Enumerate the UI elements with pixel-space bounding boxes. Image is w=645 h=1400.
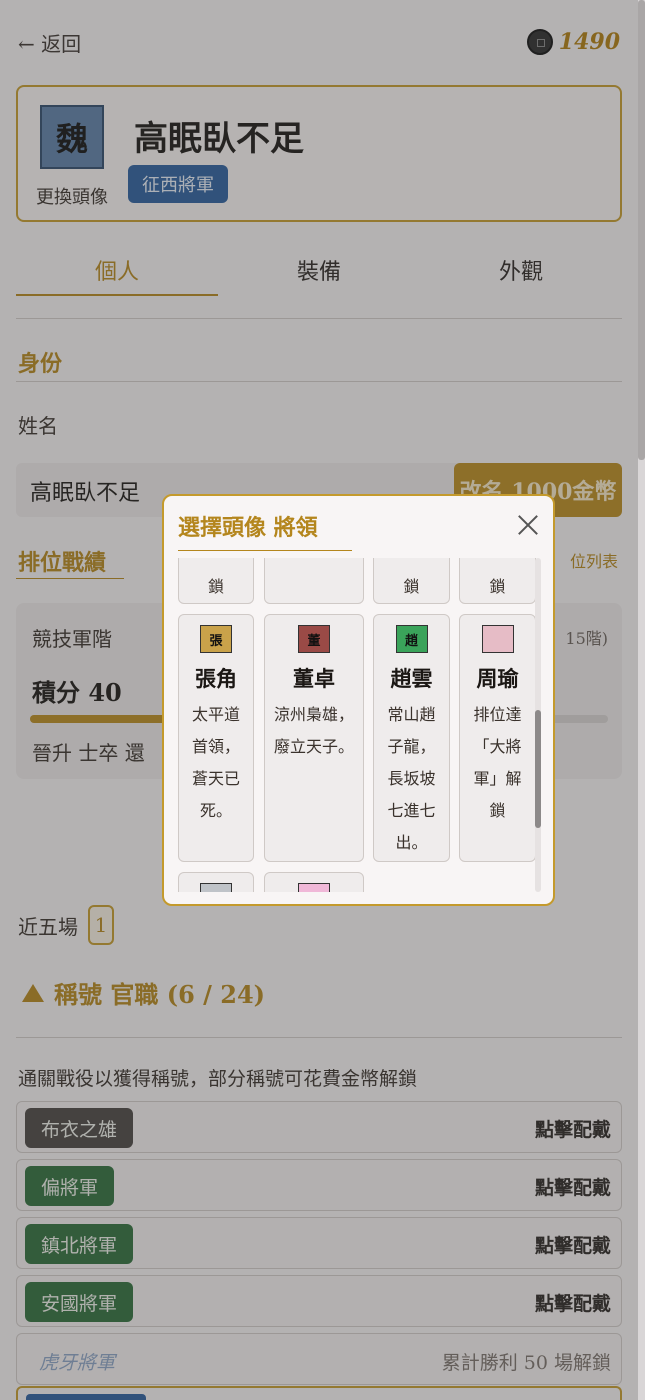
general-name: 趙雲 [390,666,433,691]
lock-label: 鎖 [207,577,224,596]
flag-icon [298,883,330,892]
modal-scrollbar[interactable] [535,558,541,892]
avatar-card-dong-zhuo[interactable]: 董 董卓 涼州梟雄，廢立天子。 [264,614,364,862]
avatar-card[interactable] [178,872,254,892]
flag-icon: 趙 [395,625,428,653]
avatar-picker-modal: 選擇頭像 將領 鎖 鎖 鎖 張 張角 太平道首領，蒼天已死。 董 董卓 涼州梟雄… [162,494,555,906]
close-icon[interactable] [517,514,539,536]
page-scrollbar[interactable] [638,0,645,1400]
general-name: 張角 [195,666,237,691]
flag-icon [481,625,514,653]
general-description: 排位達「大將軍」解鎖 [473,705,522,820]
avatar-grid: 鎖 鎖 鎖 張 張角 太平道首領，蒼天已死。 董 董卓 涼州梟雄，廢立天子。 趙… [176,558,536,892]
general-description: 涼州梟雄，廢立天子。 [273,705,354,756]
general-name: 董卓 [293,666,335,691]
avatar-card-zhang-jiao[interactable]: 張 張角 太平道首領，蒼天已死。 [178,614,254,862]
lock-label: 鎖 [489,577,506,596]
flag-icon: 董 [298,625,330,653]
general-name: 周瑜 [476,666,519,691]
general-description: 太平道首領，蒼天已死。 [191,705,240,820]
modal-scrollbar-thumb[interactable] [535,710,541,828]
avatar-card[interactable] [264,872,364,892]
avatar-card[interactable] [264,558,364,604]
general-description: 常山趙子龍，長坂坡七進七出。 [387,705,436,852]
avatar-card-zhou-yu[interactable]: 周瑜 排位達「大將軍」解鎖 [459,614,536,862]
flag-icon [200,883,232,892]
avatar-card-zhao-yun[interactable]: 趙 趙雲 常山趙子龍，長坂坡七進七出。 [373,614,450,862]
flag-icon: 張 [200,625,232,653]
avatar-card-locked[interactable]: 鎖 [178,558,254,604]
avatar-card-locked[interactable]: 鎖 [459,558,536,604]
lock-label: 鎖 [403,577,420,596]
avatar-card-locked[interactable]: 鎖 [373,558,450,604]
page-scrollbar-thumb[interactable] [638,0,645,460]
modal-title: 選擇頭像 將領 [178,510,352,551]
